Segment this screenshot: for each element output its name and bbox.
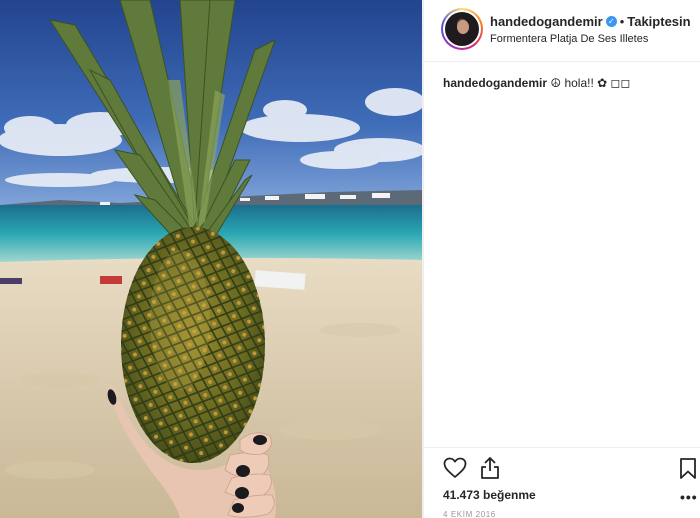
save-button[interactable] [679, 457, 697, 480]
avatar-frame [443, 10, 481, 48]
user-line: handedogandemir ✓ • Takiptesin [490, 14, 691, 29]
caption-text: ☮ hola!! ✿ ◻◻ [550, 76, 631, 90]
share-icon [481, 457, 499, 479]
likes-count[interactable]: 41.473 beğenme [443, 488, 536, 502]
bookmark-icon [680, 458, 696, 479]
post-caption: handedogandemir ☮ hola!! ✿ ◻◻ [443, 76, 630, 90]
share-button[interactable] [479, 456, 501, 480]
follow-status-button[interactable]: Takiptesin [627, 14, 690, 29]
username-link[interactable]: handedogandemir [490, 14, 603, 29]
verified-badge-icon: ✓ [605, 16, 617, 27]
location-link[interactable]: Formentera Platja De Ses Illetes [490, 33, 648, 45]
avatar[interactable] [441, 8, 483, 50]
more-options-button[interactable]: ••• [680, 489, 698, 505]
pineapple-beach-photo [0, 0, 422, 518]
heart-icon [443, 457, 467, 478]
caption-username-link[interactable]: handedogandemir [443, 76, 547, 90]
post-date: 4 EKİM 2016 [443, 510, 496, 518]
actions-divider [424, 447, 700, 448]
separator-dot: • [619, 14, 625, 29]
avatar-image [445, 12, 479, 46]
post-header: handedogandemir ✓ • Takiptesin Formenter… [424, 0, 700, 62]
post-photo[interactable] [0, 0, 422, 518]
like-button[interactable] [443, 457, 467, 479]
post-details-panel: handedogandemir ✓ • Takiptesin Formenter… [424, 0, 700, 518]
